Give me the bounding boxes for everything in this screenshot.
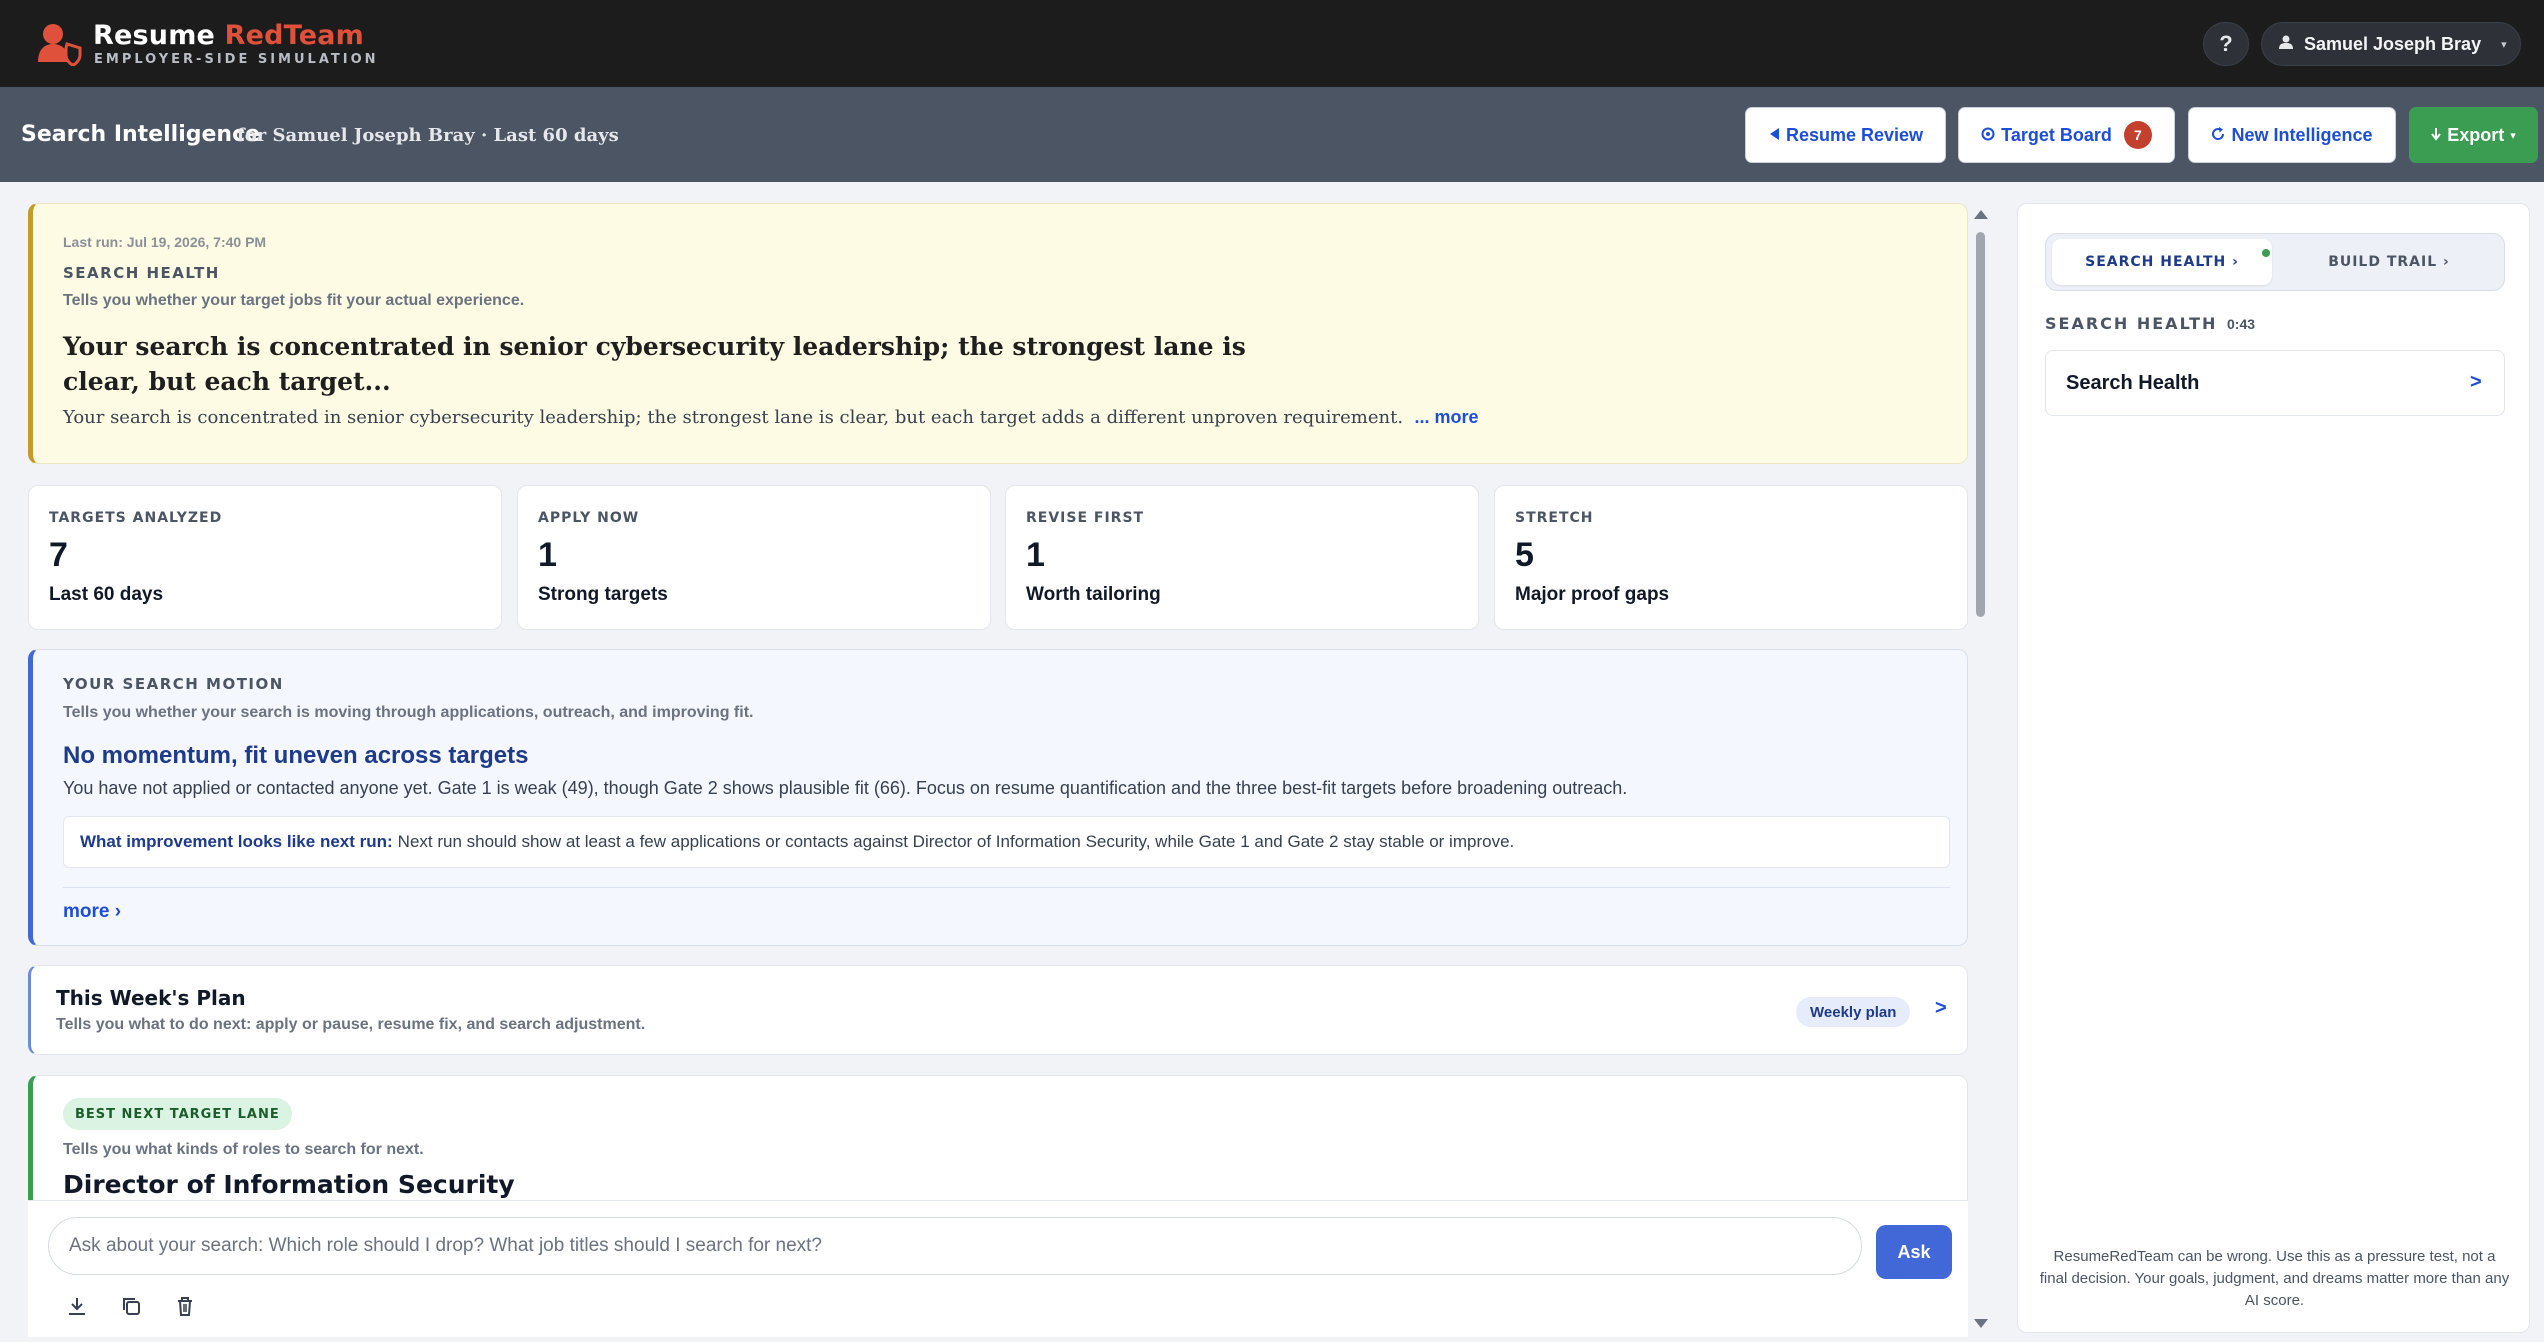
chat-bar: Ask about your search: Which role should…	[28, 1200, 1968, 1337]
page-title: Search Intelligence	[21, 122, 261, 147]
target-board-label: Target Board	[2001, 124, 2112, 145]
main-content[interactable]: Last run: Jul 19, 2026, 7:40 PM SEARCH H…	[28, 203, 1968, 1337]
best-lane-title: Director of Information Security	[63, 1170, 515, 1199]
chat-input[interactable]: Ask about your search: Which role should…	[48, 1217, 1862, 1275]
disclaimer-text: ResumeRedTeam can be wrong. Use this as …	[2039, 1248, 2510, 1309]
stat-value: 7	[49, 536, 68, 574]
export-label: Export	[2447, 124, 2505, 145]
panel-elapsed-time: 0:43	[2227, 316, 2256, 332]
weekly-plan-pill[interactable]: Weekly plan	[1796, 997, 1911, 1027]
chevron-down-icon: ▾	[2510, 129, 2516, 142]
ask-button[interactable]: Ask	[1876, 1225, 1952, 1279]
export-button[interactable]: Export ▾	[2409, 107, 2538, 163]
search-health-item-label: Search Health	[2066, 371, 2200, 394]
next-run-improvement-box: What improvement looks like next run: Ne…	[63, 816, 1950, 868]
search-motion-more-link[interactable]: more ›	[63, 901, 121, 923]
right-panel: SEARCH HEALTH › BUILD TRAIL › SEARCH HEA…	[2017, 203, 2530, 1333]
chevron-right-icon[interactable]: >	[1935, 997, 1947, 1020]
search-health-item[interactable]: Search Health >	[2045, 350, 2505, 416]
stat-label: STRETCH	[1515, 510, 1594, 526]
search-health-body: Your search is concentrated in senior cy…	[63, 407, 1479, 428]
download-icon[interactable]	[62, 1291, 92, 1321]
stat-sub: Worth tailoring	[1026, 584, 1161, 605]
panel-eyebrow: SEARCH HEALTH	[2045, 314, 2218, 333]
best-lane-help: Tells you what kinds of roles to search …	[63, 1141, 424, 1158]
back-arrow-icon	[1768, 125, 1780, 146]
search-motion-help: Tells you whether your search is moving …	[63, 704, 754, 721]
chevron-right-icon: >	[2470, 371, 2482, 393]
weekly-plan-title: This Week's Plan	[56, 986, 246, 1010]
tab-search-health-label: SEARCH HEALTH ›	[2085, 254, 2239, 270]
download-arrow-icon	[2431, 125, 2441, 146]
search-health-help: Tells you whether your target jobs fit y…	[63, 292, 525, 309]
last-run-timestamp: Last run: Jul 19, 2026, 7:40 PM	[63, 234, 267, 250]
trash-icon[interactable]	[170, 1291, 200, 1321]
target-icon	[1981, 125, 1995, 146]
brand-name[interactable]: Resume RedTeam	[93, 20, 364, 51]
refresh-icon	[2211, 125, 2225, 146]
tab-build-trail[interactable]: BUILD TRAIL ›	[2278, 239, 2500, 285]
user-name: Samuel Joseph Bray	[2304, 33, 2482, 54]
top-bar: Resume RedTeam EMPLOYER-SIDE SIMULATION …	[0, 0, 2544, 87]
search-health-body-text: Your search is concentrated in senior cy…	[63, 407, 1404, 428]
stat-sub: Strong targets	[538, 584, 668, 605]
status-dot-icon	[2262, 249, 2270, 257]
stat-card-apply-now: APPLY NOW 1 Strong targets	[517, 485, 991, 630]
target-board-button[interactable]: Target Board 7	[1958, 107, 2175, 163]
scrollbar-thumb[interactable]	[1976, 232, 1985, 617]
user-menu-button[interactable]: Samuel Joseph Bray ▾	[2261, 22, 2521, 66]
stat-card-stretch: STRETCH 5 Major proof gaps	[1494, 485, 1968, 630]
stat-card-revise-first: REVISE FIRST 1 Worth tailoring	[1005, 485, 1479, 630]
search-motion-card: YOUR SEARCH MOTION Tells you whether you…	[28, 649, 1968, 946]
stat-label: APPLY NOW	[538, 510, 640, 526]
brand-tagline: EMPLOYER-SIDE SIMULATION	[94, 52, 379, 67]
user-icon	[2278, 34, 2294, 55]
stat-value: 5	[1515, 536, 1534, 574]
best-lane-badge: BEST NEXT TARGET LANE	[63, 1098, 292, 1130]
copy-icon[interactable]	[116, 1291, 146, 1321]
stat-label: REVISE FIRST	[1026, 510, 1145, 526]
stat-card-targets: TARGETS ANALYZED 7 Last 60 days	[28, 485, 502, 630]
search-health-headline: Your search is concentrated in senior cy…	[63, 332, 1246, 396]
search-health-more-link[interactable]: ... more	[1415, 407, 1479, 427]
tab-search-health[interactable]: SEARCH HEALTH ›	[2052, 239, 2272, 285]
weekly-plan-help: Tells you what to do next: apply or paus…	[56, 1016, 646, 1033]
next-run-text: Next run should show at least a few appl…	[397, 832, 1515, 851]
search-motion-title: No momentum, fit uneven across targets	[63, 742, 529, 769]
stat-sub: Last 60 days	[49, 584, 164, 605]
scroll-up-arrow-icon[interactable]	[1974, 210, 1988, 219]
weekly-plan-card[interactable]: This Week's Plan Tells you what to do ne…	[28, 965, 1968, 1055]
new-intelligence-label: New Intelligence	[2231, 124, 2373, 145]
brand-logo-icon	[36, 22, 82, 67]
stat-label: TARGETS ANALYZED	[49, 510, 223, 526]
divider	[63, 887, 1950, 888]
next-run-label: What improvement looks like next run:	[80, 832, 393, 851]
resume-review-label: Resume Review	[1785, 124, 1924, 145]
new-intelligence-button[interactable]: New Intelligence	[2188, 107, 2396, 163]
stat-sub: Major proof gaps	[1515, 584, 1670, 605]
page-subtitle: for Samuel Joseph Bray · Last 60 days	[237, 125, 619, 146]
search-motion-eyebrow: YOUR SEARCH MOTION	[63, 675, 284, 693]
search-health-eyebrow: SEARCH HEALTH	[63, 264, 220, 282]
brand-main: Resume	[93, 20, 216, 51]
resume-review-button[interactable]: Resume Review	[1745, 107, 1946, 163]
search-health-card: Last run: Jul 19, 2026, 7:40 PM SEARCH H…	[28, 203, 1968, 464]
scroll-down-arrow-icon[interactable]	[1974, 1319, 1988, 1328]
target-count-badge: 7	[2123, 121, 2152, 149]
panel-tab-switcher: SEARCH HEALTH › BUILD TRAIL ›	[2045, 233, 2505, 291]
stat-value: 1	[1026, 536, 1045, 574]
help-button[interactable]: ?	[2203, 22, 2249, 66]
chevron-down-icon: ▾	[2501, 38, 2507, 51]
stat-value: 1	[538, 536, 557, 574]
brand-accent: RedTeam	[224, 20, 364, 51]
search-motion-body: You have not applied or contacted anyone…	[63, 778, 1628, 798]
